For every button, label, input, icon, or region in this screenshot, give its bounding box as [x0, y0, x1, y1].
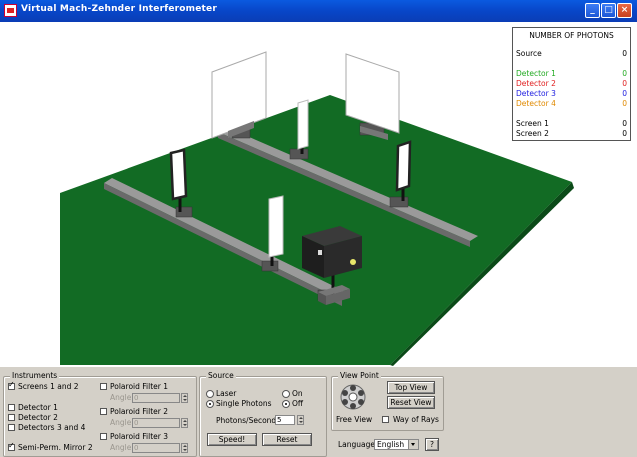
filter-3-angle-label: Angle: [110, 443, 132, 452]
on-label: On: [292, 389, 303, 398]
filter-1-angle-label: Angle: [110, 393, 132, 402]
language-label: Language: [338, 440, 376, 449]
language-select[interactable]: English: [374, 439, 419, 450]
photon-row-detector-3: Detector 3 0: [516, 89, 627, 99]
screens-1-and-2-checkbox[interactable]: [8, 380, 15, 390]
filter-1-angle-spinner[interactable]: [181, 393, 188, 403]
photon-row-value: 0: [622, 129, 627, 138]
detector-2-label: Detector 2: [18, 413, 58, 422]
polaroid-filter-2-checkbox[interactable]: [100, 408, 107, 415]
photon-row-value: 0: [622, 79, 627, 88]
photon-row-screen-1: Screen 1 0: [516, 119, 627, 129]
single-photons-label: Single Photons: [216, 399, 272, 408]
control-panel: Instruments Screens 1 and 2 Detector 1 D…: [0, 366, 637, 457]
photon-row-source: Source 0: [516, 49, 627, 59]
photon-row-screen-2: Screen 2 0: [516, 129, 627, 139]
polaroid-filter-2-label: Polaroid Filter 2: [110, 407, 168, 416]
photon-row-label: Screen 1: [516, 119, 549, 128]
way-of-rays-label: Way of Rays: [393, 415, 439, 424]
single-photons-radio[interactable]: [206, 400, 214, 408]
photon-row-value: 0: [622, 99, 627, 108]
instruments-group: Instruments Screens 1 and 2 Detector 1 D…: [3, 371, 197, 457]
laser-label: Laser: [216, 389, 237, 398]
instruments-legend: Instruments: [10, 371, 60, 380]
photon-row-label: Source: [516, 49, 542, 58]
photon-row-value: 0: [622, 49, 627, 58]
screens-1-and-2-label: Screens 1 and 2: [18, 382, 79, 391]
chevron-down-icon: [408, 440, 418, 449]
title-bar: Virtual Mach-Zehnder Interferometer _ □ …: [0, 0, 637, 22]
speed-button[interactable]: Speed!: [207, 433, 257, 446]
semi-permeable-mirror-1: [268, 195, 284, 258]
polaroid-filter-3-label: Polaroid Filter 3: [110, 432, 168, 441]
semi-perm-mirror-2-checkbox[interactable]: [8, 441, 15, 451]
filter-2-angle-input[interactable]: 0: [132, 418, 180, 428]
photon-row-label: Detector 1: [516, 69, 556, 78]
polaroid-filter-1-checkbox[interactable]: [100, 383, 107, 390]
photon-row-detector-4: Detector 4 0: [516, 99, 627, 109]
close-button[interactable]: ×: [617, 3, 632, 18]
detectors-3-and-4-checkbox[interactable]: [8, 424, 15, 431]
photon-row-value: 0: [622, 89, 627, 98]
detector-2-checkbox[interactable]: [8, 414, 15, 421]
photon-row-detector-1: Detector 1 0: [516, 69, 627, 79]
laser-radio[interactable]: [206, 390, 214, 398]
off-radio[interactable]: [282, 400, 290, 408]
window-title: Virtual Mach-Zehnder Interferometer: [21, 4, 217, 14]
polaroid-filter-1-label: Polaroid Filter 1: [110, 382, 168, 391]
photon-row-detector-2: Detector 2 0: [516, 79, 627, 89]
optical-table: [60, 95, 572, 365]
semi-permeable-mirror-2: [297, 99, 309, 150]
photon-row-label: Detector 4: [516, 99, 556, 108]
photon-panel-title: NUMBER OF PHOTONS: [529, 31, 614, 40]
minimize-button[interactable]: _: [585, 3, 600, 18]
photons-per-second-spinner[interactable]: [297, 415, 304, 425]
reset-view-button[interactable]: Reset View: [387, 396, 435, 409]
semi-perm-mirror-2-label: Semi-Perm. Mirror 2: [18, 443, 93, 452]
photon-row-value: 0: [622, 119, 627, 128]
filter-2-angle-spinner[interactable]: [181, 418, 188, 428]
language-select-value: English: [377, 440, 405, 449]
source-group: Source Laser Single Photons On Off Photo…: [199, 371, 327, 457]
filter-1-angle-input[interactable]: 0: [132, 393, 180, 403]
photon-row-label: Detector 3: [516, 89, 556, 98]
photon-count-panel: NUMBER OF PHOTONS Source 0 Detector 1 0 …: [512, 27, 631, 141]
off-label: Off: [292, 399, 304, 408]
source-legend: Source: [206, 371, 236, 380]
top-view-button[interactable]: Top View: [387, 381, 435, 394]
detector-1-checkbox[interactable]: [8, 404, 15, 411]
free-view-trackball-icon[interactable]: [340, 384, 366, 410]
view-point-group: View Point Free View Top View Reset View…: [331, 371, 444, 431]
filter-2-angle-label: Angle: [110, 418, 132, 427]
detectors-3-and-4-label: Detectors 3 and 4: [18, 423, 86, 432]
photons-per-second-label: Photons/Second: [216, 416, 277, 425]
help-button[interactable]: ?: [425, 438, 439, 451]
filter-3-angle-input[interactable]: 0: [132, 443, 180, 453]
on-radio[interactable]: [282, 390, 290, 398]
filter-3-angle-spinner[interactable]: [181, 443, 188, 453]
maximize-button[interactable]: □: [601, 3, 616, 18]
polaroid-filter-3-checkbox[interactable]: [100, 433, 107, 440]
reset-button[interactable]: Reset: [262, 433, 312, 446]
photon-row-label: Screen 2: [516, 129, 549, 138]
detector-1-label: Detector 1: [18, 403, 58, 412]
photon-row-label: Detector 2: [516, 79, 556, 88]
photon-row-value: 0: [622, 69, 627, 78]
mirror-back-right: [395, 140, 412, 192]
way-of-rays-checkbox[interactable]: [382, 416, 389, 423]
photons-per-second-input[interactable]: 5: [275, 415, 295, 425]
view-point-legend: View Point: [338, 371, 381, 380]
mirror-front-left: [169, 148, 188, 201]
app-icon: [4, 4, 17, 17]
free-view-label: Free View: [336, 415, 373, 424]
